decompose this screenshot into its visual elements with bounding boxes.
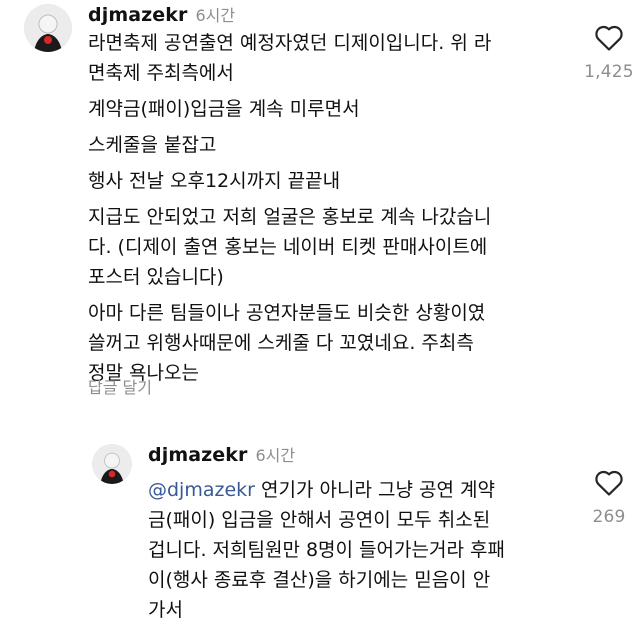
like-control: 269	[578, 469, 640, 527]
like-control: 1,425	[578, 24, 640, 82]
heart-outline-icon[interactable]	[594, 24, 624, 52]
avatar[interactable]	[92, 444, 132, 484]
comment-line: 가서	[148, 599, 183, 621]
comment-line: 겁니다. 저희팀원만 8명이 들어가는거라 후패	[148, 539, 505, 561]
reply-button[interactable]: 답글 달기	[88, 374, 152, 398]
avatar-image	[92, 444, 132, 484]
comment-line: 아마 다른 팀들이나 공연자분들도 비슷한 상황이였	[88, 302, 486, 324]
comment-line: 라면축제 공연출연 예정자였던 디제이입니다. 위 라	[88, 32, 492, 54]
comment-body: 라면축제 공연출연 예정자였던 디제이입니다. 위 라 면축제 주최측에서 계약…	[88, 31, 491, 385]
comment-line: 행사 전날 오후12시까지 끝끝내	[88, 170, 341, 192]
timestamp: 6시간	[195, 6, 236, 25]
comment-line: 다. (디제이 출연 홍보는 네이버 티켓 판매사이트에	[88, 236, 488, 258]
like-count: 1,425	[584, 62, 634, 82]
comment-line: @djmazekr 연기가 아니라 그냥 공연 계약	[148, 478, 505, 502]
comment-header: djmazekr 6시간	[88, 2, 235, 26]
like-count: 269	[592, 507, 626, 527]
avatar-image	[24, 4, 72, 52]
comment-text: 연기가 아니라 그냥 공연 계약	[254, 479, 495, 501]
mention-link[interactable]: @djmazekr	[148, 479, 255, 501]
comment-line: 스케줄을 붙잡고	[88, 134, 217, 156]
heart-outline-icon[interactable]	[594, 469, 624, 497]
comment-header: djmazekr 6시간	[148, 442, 295, 466]
comment-line: 면축제 주최측에서	[88, 62, 234, 84]
timestamp: 6시간	[255, 446, 296, 465]
comment-line: 이(행사 종료후 결산)을 하기에는 믿음이 안	[148, 569, 491, 591]
comment-line: 금(패이) 입금을 안해서 공연이 모두 취소된	[148, 509, 491, 531]
username[interactable]: djmazekr	[88, 4, 187, 26]
comment-line: 포스터 있습니다)	[88, 266, 224, 288]
comment-line: 지급도 안되었고 저희 얼굴은 홍보로 계속 나갔습니	[88, 206, 492, 228]
comment-line: 계약금(패이)입금을 계속 미루면서	[88, 98, 360, 120]
username[interactable]: djmazekr	[148, 444, 247, 466]
avatar[interactable]	[24, 4, 72, 52]
comment-body: @djmazekr 연기가 아니라 그냥 공연 계약 금(패이) 입금을 안해서…	[148, 478, 505, 622]
comment-line: 쓸꺼고 위행사때문에 스케줄 다 꼬였네요. 주최측	[88, 332, 474, 354]
